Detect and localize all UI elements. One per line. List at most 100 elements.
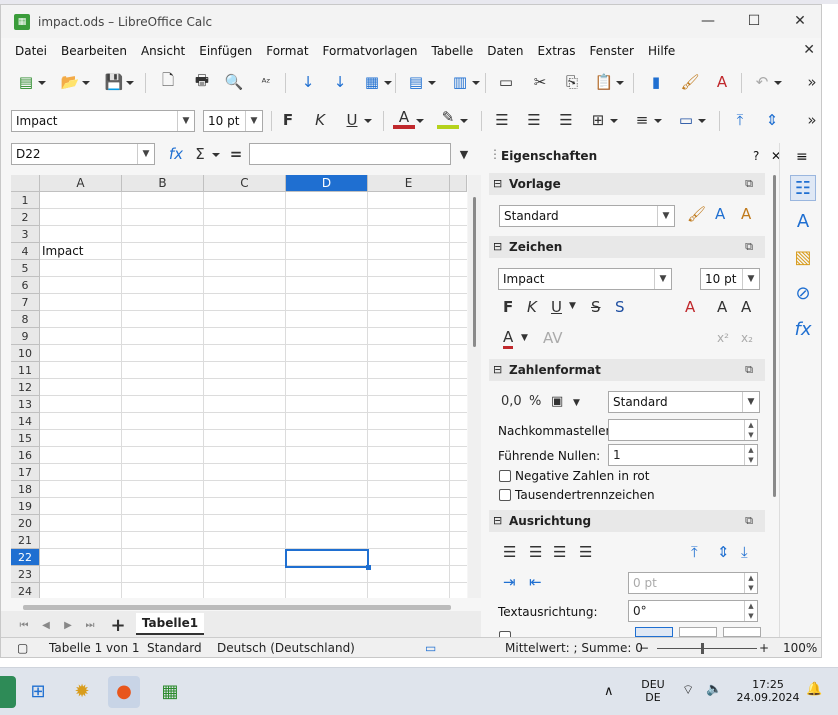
- row-header-18[interactable]: 18: [11, 481, 40, 498]
- print-icon[interactable]: 🖶: [191, 71, 213, 93]
- grow-font-icon[interactable]: A: [717, 298, 727, 316]
- sidebar-bold-button[interactable]: F: [503, 298, 513, 316]
- font-name-combo[interactable]: Impact ▼: [11, 110, 195, 132]
- chevron-down-icon[interactable]: ▼: [177, 111, 194, 131]
- currency-format-icon[interactable]: ▣: [551, 394, 563, 409]
- superscript-button[interactable]: x²: [717, 331, 729, 345]
- row-header-15[interactable]: 15: [11, 430, 40, 447]
- section-vorlage[interactable]: Vorlage ⧉: [489, 173, 765, 195]
- row-header-10[interactable]: 10: [11, 345, 40, 362]
- settings-app-icon[interactable]: ✹: [66, 676, 98, 708]
- sidebar-align-right-icon[interactable]: ☰: [553, 543, 566, 561]
- menu-hilfe[interactable]: Hilfe: [641, 44, 682, 58]
- sidebar-italic-button[interactable]: K: [527, 298, 537, 316]
- clock[interactable]: 17:25 24.09.2024: [736, 678, 800, 704]
- close-document-icon[interactable]: ✕: [803, 42, 815, 58]
- functions-deck-icon[interactable]: fx: [790, 317, 816, 343]
- orientation-option-button[interactable]: [723, 627, 761, 637]
- status-language[interactable]: Deutsch (Deutschland): [217, 641, 355, 655]
- orientation-option-button[interactable]: [679, 627, 717, 637]
- sidebar-font-name-combo[interactable]: Impact ▼: [498, 268, 672, 290]
- next-sheet-icon[interactable]: ▶: [57, 614, 79, 636]
- sidebar-justify-icon[interactable]: ☰: [579, 543, 592, 561]
- more-options-icon[interactable]: ⧉: [745, 173, 753, 195]
- print-preview-icon[interactable]: 🔍: [223, 71, 245, 93]
- style-combo[interactable]: Standard ▼: [499, 205, 675, 227]
- cut-icon[interactable]: ✂: [529, 71, 551, 93]
- sidebar-align-center-icon[interactable]: ☰: [529, 543, 542, 561]
- volume-icon[interactable]: 🔈: [706, 682, 722, 697]
- clear-formatting-icon[interactable]: A: [711, 71, 733, 93]
- sidebar-align-bottom-icon[interactable]: ⤓: [741, 543, 748, 561]
- sidebar-help-button[interactable]: ?: [753, 149, 759, 163]
- row-header-24[interactable]: 24: [11, 583, 40, 598]
- fill-format-icon[interactable]: 🖌: [687, 205, 706, 223]
- menu-format[interactable]: Format: [259, 44, 315, 58]
- chevron-down-icon[interactable]: ▼: [742, 269, 759, 289]
- first-sheet-icon[interactable]: ⏮: [13, 614, 35, 636]
- align-left-icon[interactable]: ☰: [491, 109, 513, 131]
- row-header-16[interactable]: 16: [11, 447, 40, 464]
- column-header-e[interactable]: E: [368, 175, 450, 192]
- row-header-3[interactable]: 3: [11, 226, 40, 243]
- menu-extras[interactable]: Extras: [531, 44, 583, 58]
- menu-datei[interactable]: Datei: [1, 44, 54, 58]
- chart-icon[interactable]: ▮: [645, 71, 667, 93]
- more-options-icon[interactable]: ⧉: [745, 510, 753, 532]
- spin-arrows-icon[interactable]: ▲ ▼: [744, 601, 757, 621]
- chevron-down-icon[interactable]: ▼: [245, 111, 262, 131]
- status-aggregate[interactable]: Mittelwert: ; Summe: 0: [505, 641, 643, 655]
- sum-button[interactable]: Σ: [189, 143, 220, 165]
- menu-einfuegen[interactable]: Einfügen: [192, 44, 259, 58]
- number-format-button[interactable]: 0,0: [501, 394, 522, 409]
- sidebar-scrollbar[interactable]: [771, 175, 779, 637]
- row-header-23[interactable]: 23: [11, 566, 40, 583]
- last-sheet-icon[interactable]: ⏭: [79, 614, 101, 636]
- firefox-icon[interactable]: ●: [108, 676, 140, 708]
- spellcheck-icon[interactable]: ᴬᶻ: [255, 71, 277, 93]
- add-sheet-button[interactable]: +: [107, 614, 129, 636]
- formula-button[interactable]: =: [225, 143, 247, 165]
- row-header-12[interactable]: 12: [11, 379, 40, 396]
- chevron-down-icon[interactable]: ▼: [742, 392, 759, 412]
- text-orientation-spin[interactable]: 0° ▲ ▼: [628, 600, 758, 622]
- sort-ascending-icon[interactable]: ↓: [297, 71, 319, 93]
- zoom-in-button[interactable]: +: [759, 641, 769, 655]
- save-icon[interactable]: 💾: [103, 71, 134, 93]
- name-box[interactable]: D22 ▼: [11, 143, 155, 165]
- row-header-2[interactable]: 2: [11, 209, 40, 226]
- leading-zeros-spin[interactable]: 1 ▲ ▼: [608, 444, 758, 466]
- clear-direct-format-icon[interactable]: A: [685, 298, 695, 316]
- align-top-icon[interactable]: ⤒: [729, 109, 751, 131]
- formula-input[interactable]: [249, 143, 451, 165]
- toolbar-overflow-icon[interactable]: »: [801, 71, 821, 93]
- row-header-1[interactable]: 1: [11, 192, 40, 209]
- number-format-combo[interactable]: Standard ▼: [608, 391, 760, 413]
- section-ausrichtung[interactable]: Ausrichtung ⧉: [489, 510, 765, 532]
- chevron-down-icon[interactable]: ▼: [657, 206, 674, 226]
- paste-icon[interactable]: 📋: [593, 71, 624, 93]
- expand-formula-icon[interactable]: ▼: [453, 143, 475, 165]
- row-header-21[interactable]: 21: [11, 532, 40, 549]
- negative-red-checkbox[interactable]: [499, 470, 511, 482]
- menu-ansicht[interactable]: Ansicht: [134, 44, 192, 58]
- section-zeichen[interactable]: Zeichen ⧉: [489, 236, 765, 258]
- row-header-8[interactable]: 8: [11, 311, 40, 328]
- decrease-indent-icon[interactable]: ⇤: [529, 573, 542, 591]
- chevron-down-icon[interactable]: ▼: [654, 269, 671, 289]
- navigator-deck-icon[interactable]: ⊘: [790, 281, 816, 307]
- prev-sheet-icon[interactable]: ◀: [35, 614, 57, 636]
- spin-arrows-icon[interactable]: ▲ ▼: [744, 445, 757, 465]
- column-header-c[interactable]: C: [204, 175, 286, 192]
- section-zahlenformat[interactable]: Zahlenformat ⧉: [489, 359, 765, 381]
- row-header-5[interactable]: 5: [11, 260, 40, 277]
- row-header-19[interactable]: 19: [11, 498, 40, 515]
- font-color-icon[interactable]: A: [393, 108, 424, 129]
- align-right-icon[interactable]: ☰: [555, 109, 577, 131]
- new-style-icon[interactable]: A: [715, 205, 725, 223]
- spreadsheet-grid[interactable]: A B C D E 1 2 3 4 5 6 7 8 9 10 11 12 13 14 15 16 17 18 19 2…: [11, 175, 467, 598]
- spin-arrows-icon[interactable]: ▲ ▼: [744, 420, 757, 440]
- export-pdf-icon[interactable]: 🗋: [157, 71, 179, 93]
- row-header-7[interactable]: 7: [11, 294, 40, 311]
- spin-arrows-icon[interactable]: ▲ ▼: [744, 573, 757, 593]
